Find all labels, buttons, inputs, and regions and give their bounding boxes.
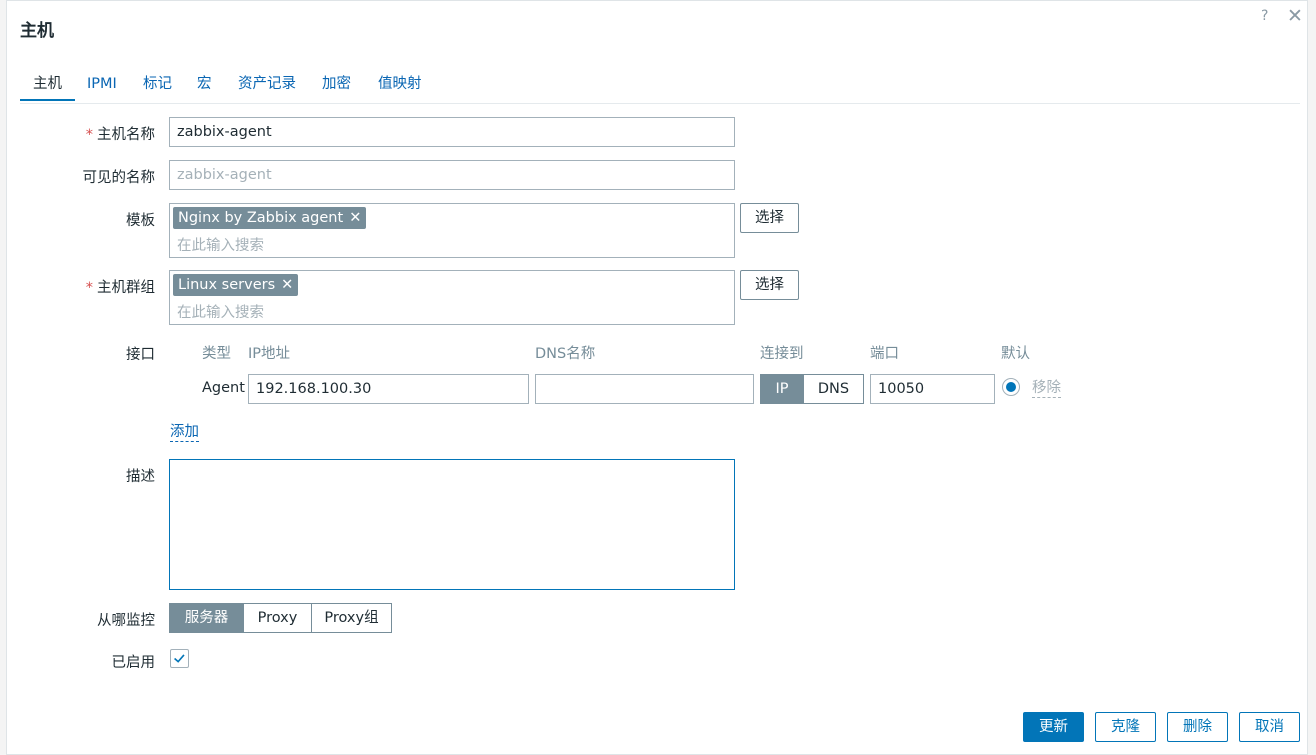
monitored-by-server[interactable]: 服务器	[169, 603, 244, 633]
connect-dns-toggle[interactable]: DNS	[803, 374, 864, 404]
enabled-label: 已启用	[111, 655, 156, 671]
templates-select-button[interactable]: 选择	[740, 203, 799, 233]
templates-search-placeholder[interactable]: 在此输入搜索	[177, 234, 264, 255]
background-page-edge-right	[1308, 0, 1316, 755]
help-icon[interactable]: ?	[1261, 8, 1268, 24]
monitored-by-label: 从哪监控	[97, 613, 155, 629]
host-dialog: 主机 ? ✕ 主机 IPMI 标记 宏 资产记录 加密 值映射 * 主机名称 za…	[6, 0, 1308, 755]
templates-label: 模板	[126, 213, 155, 229]
connect-ip-toggle[interactable]: IP	[760, 374, 804, 404]
host-groups-select-button[interactable]: 选择	[740, 270, 799, 300]
tab-tags[interactable]: 标记	[143, 71, 172, 102]
checkmark-icon	[174, 654, 185, 663]
enabled-checkbox[interactable]	[170, 649, 189, 668]
delete-button[interactable]: 删除	[1167, 712, 1228, 742]
host-name-input[interactable]: zabbix-agent	[169, 117, 735, 147]
host-name-label: * 主机名称	[85, 127, 155, 143]
tab-ipmi[interactable]: IPMI	[87, 71, 117, 102]
templates-multiselect[interactable]: Nginx by Zabbix agent ✕ 在此输入搜索	[169, 203, 735, 258]
interface-port-input[interactable]: 10050	[870, 374, 995, 404]
close-icon[interactable]: ✕	[1287, 5, 1303, 27]
clone-button[interactable]: 克隆	[1095, 712, 1156, 742]
interface-type-header: 类型	[202, 346, 231, 362]
host-groups-label: * 主机群组	[85, 280, 155, 296]
tab-macros[interactable]: 宏	[197, 71, 212, 102]
interface-port-header: 端口	[870, 346, 899, 362]
interface-dns-header: DNS名称	[535, 346, 596, 362]
visible-name-input[interactable]: zabbix-agent	[169, 160, 735, 190]
interface-dns-input[interactable]	[535, 374, 754, 404]
interface-type: Agent	[202, 380, 245, 396]
required-asterisk: *	[85, 127, 93, 143]
remove-chip-icon[interactable]: ✕	[281, 277, 293, 293]
description-textarea[interactable]	[169, 459, 735, 590]
host-groups-search-placeholder[interactable]: 在此输入搜索	[177, 301, 264, 322]
interfaces-label: 接口	[126, 347, 155, 363]
remove-interface-link[interactable]: 移除	[1032, 380, 1061, 398]
tab-value-mapping[interactable]: 值映射	[378, 71, 422, 102]
tab-host[interactable]: 主机	[20, 71, 75, 101]
visible-name-label: 可见的名称	[82, 170, 156, 186]
cancel-button[interactable]: 取消	[1239, 712, 1300, 742]
host-groups-multiselect[interactable]: Linux servers ✕ 在此输入搜索	[169, 270, 735, 325]
interface-ip-input[interactable]: 192.168.100.30	[248, 374, 529, 404]
tab-encryption[interactable]: 加密	[322, 71, 351, 102]
description-label: 描述	[126, 469, 155, 485]
add-interface-link[interactable]: 添加	[170, 424, 199, 442]
tab-inventory[interactable]: 资产记录	[238, 71, 296, 102]
interface-ip-header: IP地址	[248, 346, 291, 362]
template-chip: Nginx by Zabbix agent ✕	[173, 207, 367, 229]
tab-bar: 主机 IPMI 标记 宏 资产记录 加密 值映射	[20, 71, 1300, 104]
required-asterisk: *	[85, 280, 93, 296]
monitored-by-proxy-group[interactable]: Proxy组	[311, 603, 392, 633]
dialog-title: 主机	[20, 21, 54, 41]
update-button[interactable]: 更新	[1023, 712, 1084, 742]
remove-chip-icon[interactable]: ✕	[349, 210, 361, 226]
host-group-chip: Linux servers ✕	[173, 274, 299, 296]
default-interface-radio[interactable]	[1002, 378, 1020, 396]
interface-connect-header: 连接到	[760, 346, 804, 362]
monitored-by-proxy[interactable]: Proxy	[243, 603, 312, 633]
interface-default-header: 默认	[1001, 346, 1030, 362]
